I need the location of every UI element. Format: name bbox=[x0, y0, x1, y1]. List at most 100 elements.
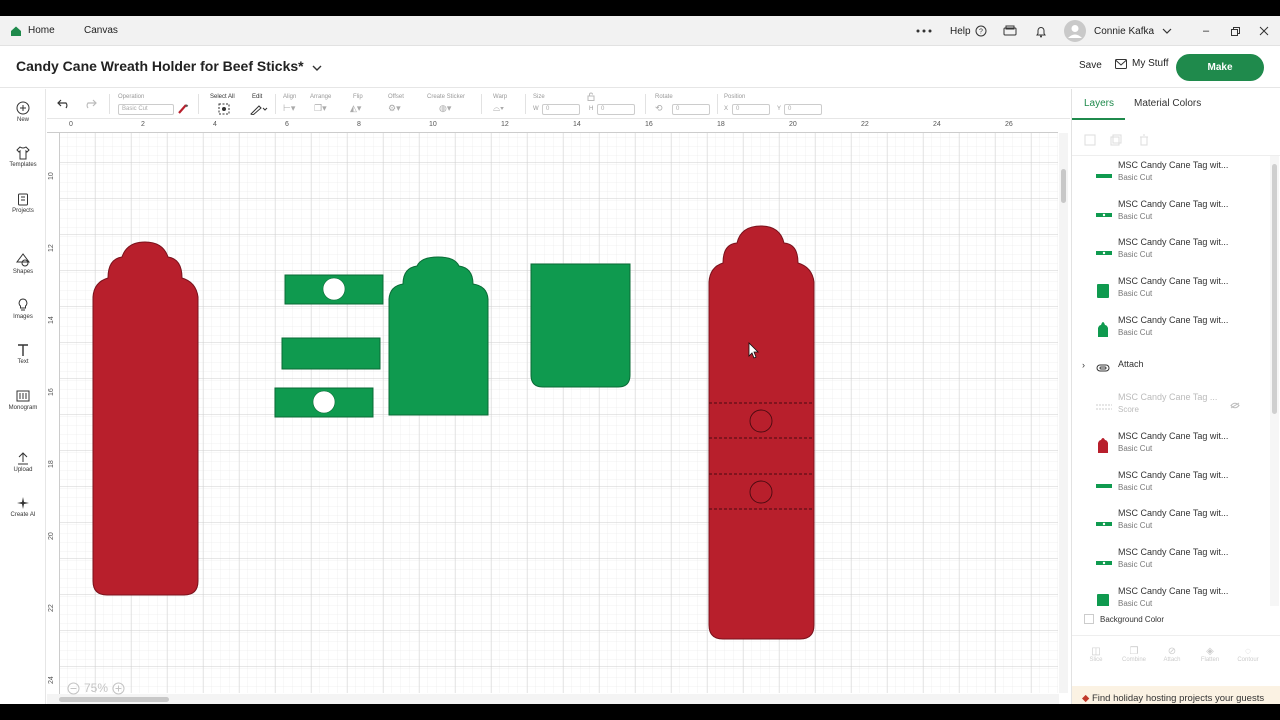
user-menu[interactable]: Connie Kafka bbox=[1064, 16, 1172, 46]
scrollbar-thumb[interactable] bbox=[59, 697, 169, 702]
arrange-icon[interactable]: ❐▾ bbox=[314, 103, 327, 114]
design-canvas[interactable]: 0 2 4 6 8 10 12 14 16 18 20 22 24 26 10 12 14 16 18 20 22 24 bbox=[47, 120, 1070, 704]
green-bar[interactable] bbox=[281, 337, 381, 370]
green-pocket-shape[interactable] bbox=[530, 263, 631, 388]
layer-row[interactable]: MSC Candy Cane Tag wit... Basic Cut bbox=[1072, 156, 1268, 194]
layer-row[interactable]: MSC Candy Cane Tag wit... Basic Cut bbox=[1072, 233, 1268, 271]
more-menu-icon[interactable] bbox=[916, 16, 932, 46]
canvas-horizontal-scrollbar[interactable] bbox=[47, 694, 1059, 704]
promo-banner[interactable]: ◆ Find holiday hosting projects your gue… bbox=[1072, 686, 1280, 704]
layer-row[interactable]: MSC Candy Cane Tag wit... Basic Cut bbox=[1072, 427, 1268, 465]
scrollbar-thumb[interactable] bbox=[1272, 164, 1277, 414]
width-input[interactable]: 0 bbox=[542, 104, 580, 115]
sidebar-item-projects[interactable]: Projects bbox=[0, 192, 46, 214]
green-bar-hole-layer-icon bbox=[1096, 515, 1112, 533]
sidebar-item-new[interactable]: New bbox=[0, 101, 46, 123]
attach-button[interactable]: ⊘ Attach bbox=[1154, 646, 1190, 663]
tab-layers[interactable]: Layers bbox=[1084, 98, 1114, 109]
my-stuff-button[interactable]: My Stuff bbox=[1115, 58, 1169, 69]
sidebar-item-templates[interactable]: Templates bbox=[0, 146, 46, 168]
y-input[interactable]: 0 bbox=[784, 104, 822, 115]
text-icon bbox=[18, 344, 28, 356]
background-color-swatch[interactable] bbox=[1084, 614, 1094, 624]
duplicate-icon[interactable] bbox=[1110, 134, 1122, 146]
red-tag-layer-icon bbox=[1096, 437, 1110, 459]
close-icon[interactable] bbox=[1259, 16, 1269, 46]
rotate-input[interactable]: 0 bbox=[672, 104, 710, 115]
layer-name: MSC Candy Cane Tag wit... bbox=[1118, 585, 1229, 596]
sidebar-item-upload[interactable]: Upload bbox=[0, 451, 46, 473]
trash-icon[interactable] bbox=[1138, 134, 1150, 146]
sidebar-item-text[interactable]: Text bbox=[0, 343, 46, 365]
layer-row[interactable]: MSC Candy Cane Tag wit... Basic Cut bbox=[1072, 543, 1268, 581]
background-color-label: Background Color bbox=[1100, 614, 1165, 624]
chevron-right-icon[interactable]: › bbox=[1082, 360, 1085, 370]
user-name: Connie Kafka bbox=[1094, 25, 1155, 37]
offset-icon[interactable]: ⚙▾ bbox=[388, 103, 401, 114]
select-all-icon[interactable] bbox=[218, 103, 230, 115]
minimize-button[interactable]: – bbox=[1203, 16, 1209, 46]
layer-group-attach[interactable]: › Attach bbox=[1072, 350, 1268, 388]
select-all-label: Select All bbox=[210, 94, 235, 100]
layer-row[interactable]: MSC Candy Cane Tag wit... Basic Cut bbox=[1072, 466, 1268, 504]
rotate-icon[interactable]: ⟲ bbox=[655, 103, 663, 114]
hole-circle bbox=[322, 277, 346, 301]
flip-icon[interactable]: ◭▾ bbox=[350, 103, 361, 114]
warp-icon[interactable]: ⌓▾ bbox=[493, 103, 504, 114]
save-button[interactable]: Save bbox=[1079, 60, 1102, 71]
ruler-tick-label: 22 bbox=[861, 121, 869, 128]
contour-button[interactable]: ◌ Contour bbox=[1230, 646, 1266, 663]
arrange-label: Arrange bbox=[310, 94, 332, 100]
redo-icon[interactable] bbox=[83, 99, 97, 109]
layer-row[interactable]: MSC Candy Cane Tag wit... Basic Cut bbox=[1072, 311, 1268, 349]
canvas-vertical-scrollbar[interactable] bbox=[1059, 133, 1068, 693]
flatten-button[interactable]: ◈ Flatten bbox=[1192, 646, 1228, 663]
layer-row[interactable]: MSC Candy Cane Tag wit... Basic Cut bbox=[1072, 272, 1268, 310]
layer-row[interactable]: MSC Candy Cane Tag wit... Basic Cut bbox=[1072, 504, 1268, 542]
edit-pencil-icon[interactable] bbox=[250, 103, 268, 115]
sidebar-item-create-ai[interactable]: Create AI bbox=[0, 496, 46, 518]
layer-row[interactable]: MSC Candy Cane Tag wit... Basic Cut bbox=[1072, 582, 1268, 606]
layer-row[interactable]: MSC Candy Cane Tag ... Score bbox=[1072, 388, 1268, 426]
slice-button[interactable]: ◫ Slice bbox=[1078, 646, 1114, 663]
green-tag-shape[interactable] bbox=[388, 256, 489, 416]
layers-scrollbar[interactable] bbox=[1270, 156, 1279, 606]
red-tag-shape[interactable] bbox=[92, 241, 199, 596]
operation-select[interactable]: Basic Cut bbox=[118, 104, 174, 115]
my-stuff-label: My Stuff bbox=[1132, 58, 1169, 69]
notification-bell-icon[interactable] bbox=[1035, 16, 1047, 46]
sidebar-item-shapes[interactable]: Shapes bbox=[0, 253, 46, 275]
toolbar-divider bbox=[717, 94, 718, 114]
tab-canvas[interactable]: Canvas bbox=[84, 16, 118, 46]
red-tag-assembled[interactable] bbox=[708, 225, 815, 640]
x-input[interactable]: 0 bbox=[732, 104, 770, 115]
restore-button[interactable] bbox=[1231, 16, 1240, 46]
canvas-grid[interactable] bbox=[60, 133, 1058, 693]
zoom-out-icon[interactable] bbox=[67, 682, 80, 695]
project-title[interactable]: Candy Cane Wreath Holder for Beef Sticks… bbox=[16, 58, 322, 74]
home-icon bbox=[11, 26, 21, 36]
sidebar-item-monogram[interactable]: Monogram bbox=[0, 389, 46, 411]
monogram-icon bbox=[16, 390, 30, 402]
tab-material-colors[interactable]: Material Colors bbox=[1134, 98, 1201, 109]
background-color-row[interactable]: Background Color bbox=[1084, 614, 1164, 624]
scrollbar-thumb[interactable] bbox=[1061, 169, 1066, 203]
group-icon[interactable] bbox=[1084, 134, 1096, 146]
help-button[interactable]: Help ? bbox=[950, 16, 987, 46]
create-sticker-label: Create Sticker bbox=[427, 94, 466, 100]
zoom-in-icon[interactable] bbox=[112, 682, 125, 695]
ruler-tick-label: 16 bbox=[645, 121, 653, 128]
undo-icon[interactable] bbox=[57, 99, 71, 109]
tab-home[interactable]: Home bbox=[10, 16, 55, 46]
sidebar-item-images[interactable]: Images bbox=[0, 298, 46, 320]
combine-button[interactable]: ❐ Combine bbox=[1116, 646, 1152, 663]
make-button[interactable]: Make bbox=[1176, 54, 1264, 81]
layer-row[interactable]: MSC Candy Cane Tag wit... Basic Cut bbox=[1072, 195, 1268, 233]
machine-icon[interactable] bbox=[1003, 16, 1017, 46]
pen-color-icon[interactable] bbox=[177, 103, 189, 115]
hidden-eye-icon[interactable] bbox=[1230, 396, 1240, 414]
sticker-icon[interactable]: ◍▾ bbox=[439, 103, 451, 114]
height-input[interactable]: 0 bbox=[597, 104, 635, 115]
align-icon[interactable]: ⊢▾ bbox=[283, 103, 295, 114]
lock-icon[interactable] bbox=[587, 92, 595, 101]
